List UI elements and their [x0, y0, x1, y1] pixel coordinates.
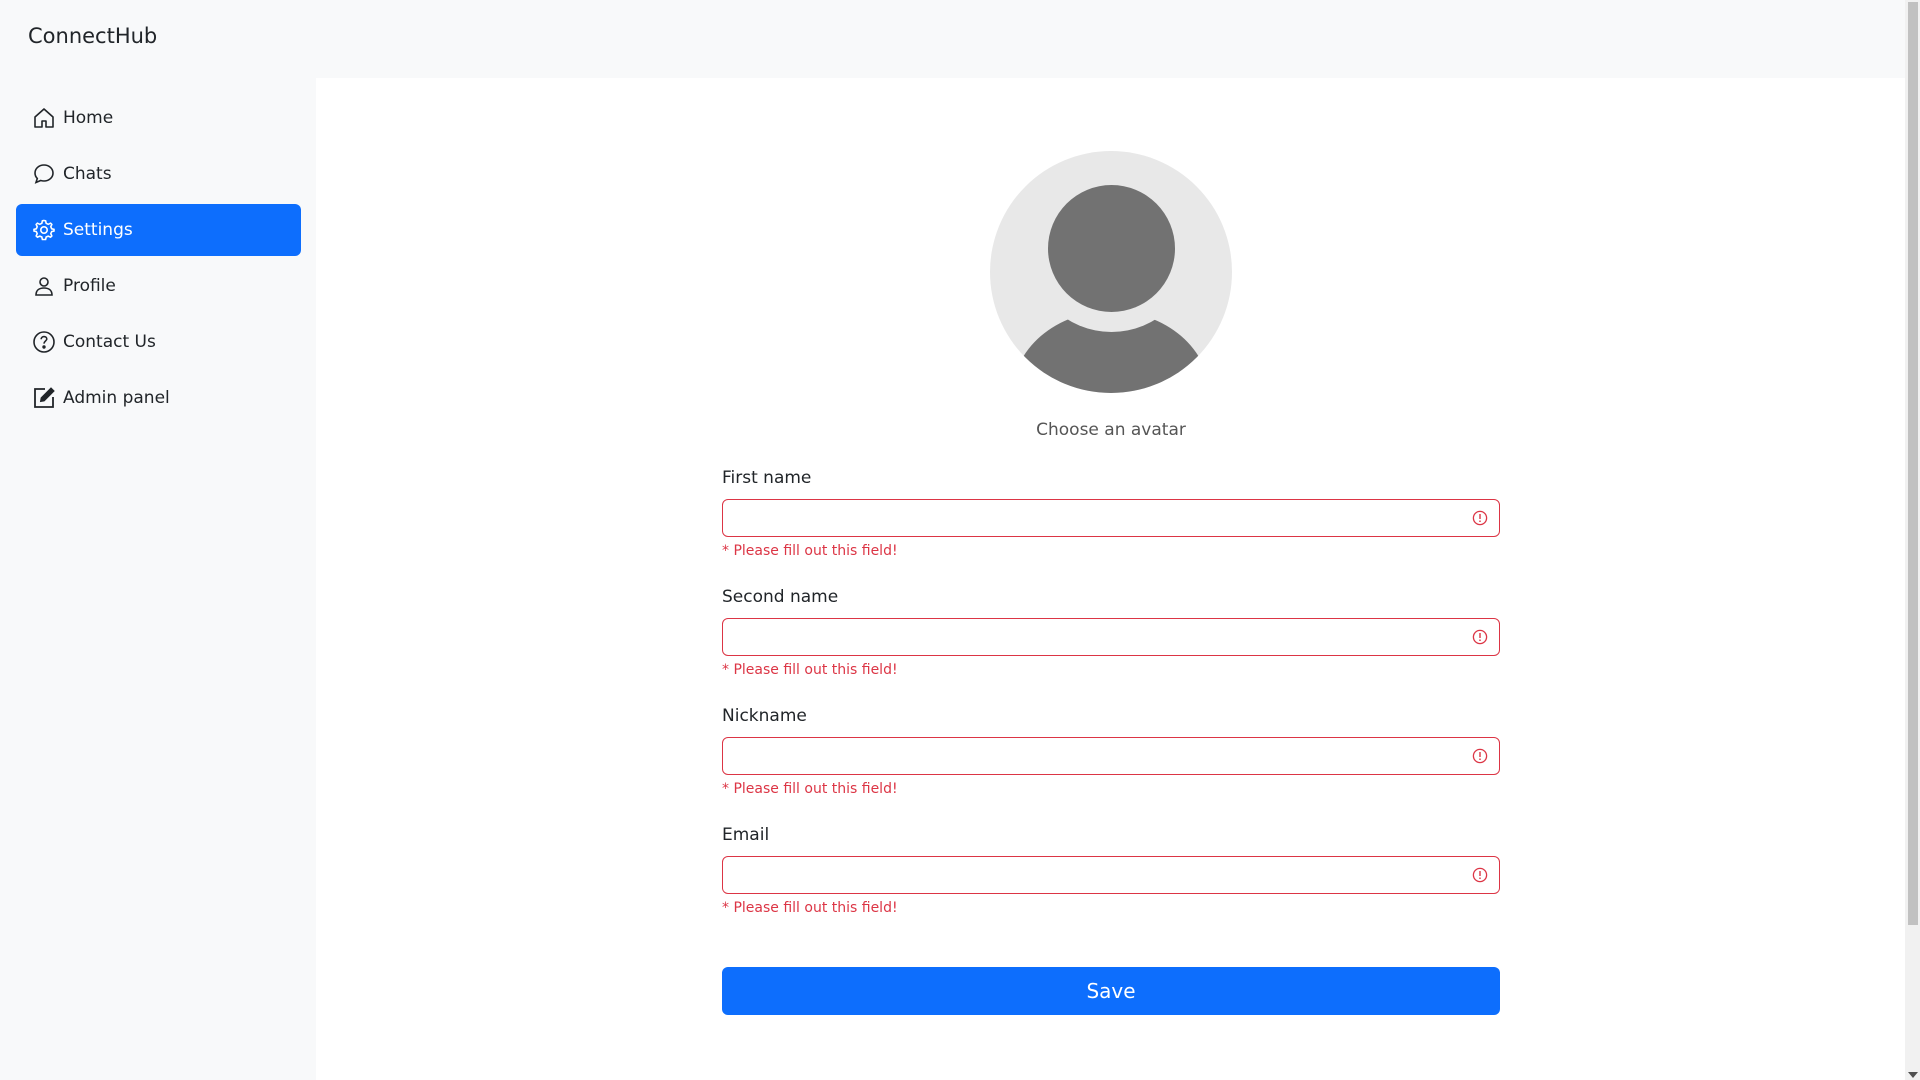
second-name-error: * Please fill out this field! — [722, 662, 898, 678]
second-name-label: Second name — [722, 587, 839, 607]
sidebar-item-label: Admin panel — [63, 388, 170, 408]
avatar-body-shape — [1012, 311, 1210, 393]
error-icon — [1472, 867, 1488, 883]
save-button[interactable]: Save — [722, 967, 1500, 1015]
sidebar-item-label: Contact Us — [63, 332, 156, 352]
sidebar-item-contact-us[interactable]: Contact Us — [16, 316, 301, 368]
error-icon — [1472, 629, 1488, 645]
edit-square-icon — [31, 385, 57, 411]
email-label: Email — [722, 825, 770, 845]
nickname-label: Nickname — [722, 706, 807, 726]
nickname-input-box — [722, 737, 1500, 775]
email-input-box — [722, 856, 1500, 894]
sidebar-item-label: Settings — [63, 220, 133, 240]
home-icon — [31, 105, 57, 131]
nickname-input[interactable] — [723, 738, 1499, 774]
question-circle-icon — [31, 329, 57, 355]
gear-icon — [31, 217, 57, 243]
sidebar-item-label: Home — [63, 108, 114, 128]
first-name-error: * Please fill out this field! — [722, 543, 898, 559]
avatar-head-shape — [1048, 185, 1175, 312]
first-name-field: First name * Please fill out this field! — [722, 468, 1500, 559]
first-name-input-box — [722, 499, 1500, 537]
person-icon — [31, 273, 57, 299]
error-icon — [1472, 748, 1488, 764]
avatar-placeholder[interactable] — [990, 151, 1232, 393]
email-input[interactable] — [723, 857, 1499, 893]
sidebar-item-home[interactable]: Home — [16, 92, 301, 144]
scroll-down-arrow-icon[interactable] — [1908, 1072, 1918, 1078]
nickname-error: * Please fill out this field! — [722, 781, 898, 797]
error-icon — [1472, 510, 1488, 526]
choose-avatar-link[interactable]: Choose an avatar — [990, 420, 1232, 440]
first-name-input[interactable] — [723, 500, 1499, 536]
second-name-input[interactable] — [723, 619, 1499, 655]
sidebar-item-label: Profile — [63, 276, 116, 296]
scrollbar-thumb[interactable] — [1908, 2, 1918, 925]
nickname-field: Nickname * Please fill out this field! — [722, 706, 1500, 797]
page-scrollbar[interactable] — [1905, 0, 1920, 1080]
sidebar: Home Chats Settings Profile Contact Us A… — [16, 92, 301, 428]
first-name-label: First name — [722, 468, 812, 488]
sidebar-item-label: Chats — [63, 164, 112, 184]
second-name-field: Second name * Please fill out this field… — [722, 587, 1500, 678]
sidebar-item-settings[interactable]: Settings — [16, 204, 301, 256]
email-field: Email * Please fill out this field! — [722, 825, 1500, 916]
app-brand: ConnectHub — [28, 24, 158, 48]
second-name-input-box — [722, 618, 1500, 656]
sidebar-item-admin-panel[interactable]: Admin panel — [16, 372, 301, 424]
email-error: * Please fill out this field! — [722, 900, 898, 916]
sidebar-item-chats[interactable]: Chats — [16, 148, 301, 200]
sidebar-item-profile[interactable]: Profile — [16, 260, 301, 312]
chat-bubble-icon — [31, 161, 57, 187]
